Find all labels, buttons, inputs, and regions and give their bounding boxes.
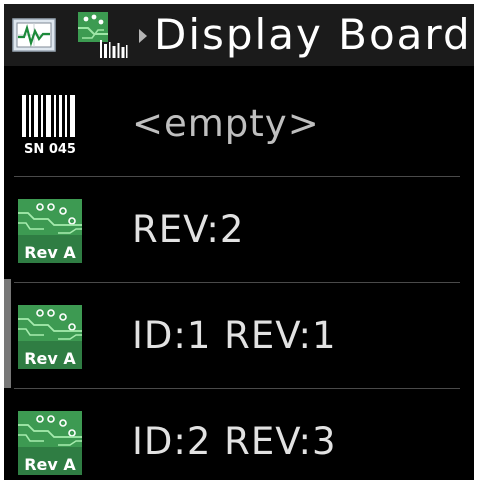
- serial-number-text: SN 045: [24, 142, 76, 157]
- circuit-board-rev-icon: Rev A: [18, 199, 82, 263]
- list-item-label: ID:2 REV:3: [132, 420, 337, 463]
- list-item-board[interactable]: Rev A ID:1 REV:1: [4, 283, 474, 389]
- list-item-label: <empty>: [132, 102, 320, 145]
- device-screen: Display Board SN 045 <empty> Rev A REV:2…: [4, 4, 474, 480]
- rev-label-text: Rev A: [24, 349, 76, 368]
- monitor-chart-icon[interactable]: [12, 18, 56, 52]
- list-item-label: REV:2: [132, 208, 245, 251]
- breadcrumb-arrow-icon: [139, 29, 147, 43]
- page-title: Display Board: [154, 10, 472, 59]
- list-item-serial[interactable]: SN 045 <empty>: [4, 71, 474, 177]
- board-barcode-icon[interactable]: [74, 10, 130, 60]
- barcode-serial-icon: SN 045: [22, 95, 76, 157]
- rev-label-text: Rev A: [24, 455, 76, 474]
- circuit-board-rev-icon: Rev A: [18, 411, 82, 475]
- circuit-board-rev-icon: Rev A: [18, 305, 82, 369]
- rev-label-text: Rev A: [24, 243, 76, 262]
- list-item-label: ID:1 REV:1: [132, 314, 337, 357]
- header-bar: Display Board: [4, 4, 474, 66]
- scroll-indicator[interactable]: [4, 279, 11, 388]
- list-item-board[interactable]: Rev A REV:2: [4, 177, 474, 283]
- list-item-board[interactable]: Rev A ID:2 REV:3: [4, 389, 474, 480]
